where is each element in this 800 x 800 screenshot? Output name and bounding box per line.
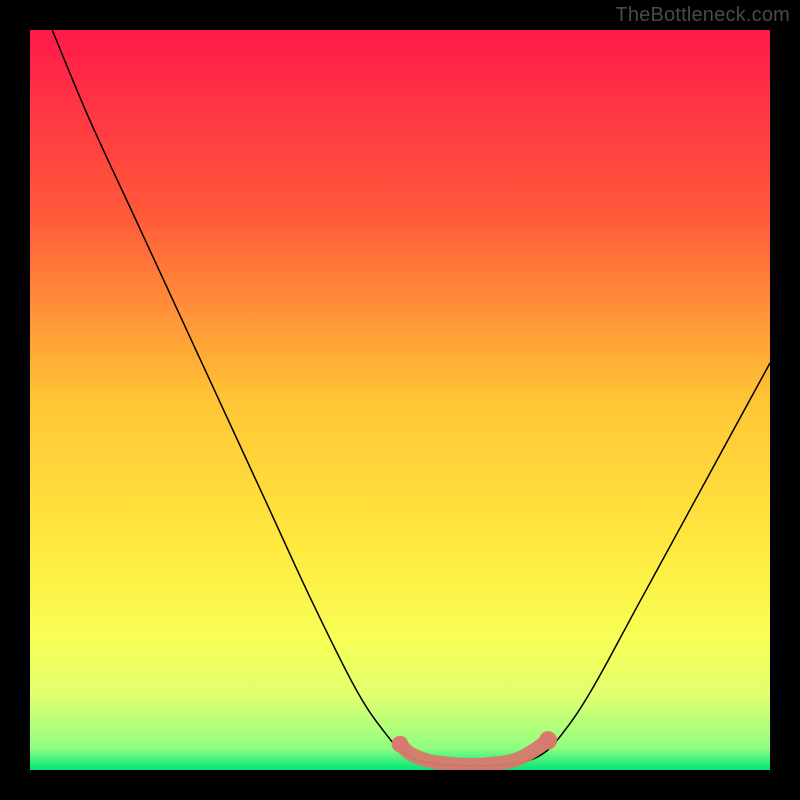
chart-plot-area — [30, 30, 770, 770]
chart-frame: TheBottleneck.com — [0, 0, 800, 800]
optimal-range-end-dot — [539, 731, 557, 749]
optimal-range-start-dot — [392, 736, 409, 753]
gradient-background — [30, 30, 770, 770]
chart-svg — [30, 30, 770, 770]
watermark-text: TheBottleneck.com — [615, 4, 790, 27]
